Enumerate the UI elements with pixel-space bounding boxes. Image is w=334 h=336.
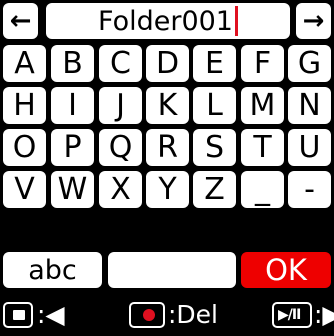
char-key-label: U — [298, 129, 321, 165]
stop-button-icon — [3, 302, 33, 328]
char-key-label: V — [14, 171, 35, 207]
char-key-label: G — [297, 45, 322, 81]
char-key-label: W — [57, 171, 88, 207]
char-key-label: _ — [255, 171, 270, 207]
text-cursor — [234, 6, 238, 36]
char-key[interactable]: Y — [146, 171, 189, 208]
char-key-label: R — [157, 129, 178, 165]
play-pause-icon: ▶/II — [278, 307, 301, 323]
char-key[interactable]: X — [99, 171, 142, 208]
char-key-label: X — [110, 171, 131, 207]
char-key[interactable]: F — [241, 45, 284, 82]
record-button-icon — [129, 302, 165, 328]
cursor-right-key[interactable]: → — [296, 3, 331, 39]
ok-button[interactable]: OK — [241, 252, 331, 288]
char-key[interactable]: L — [193, 87, 236, 124]
char-key-label: P — [63, 129, 82, 165]
char-key[interactable]: G — [288, 45, 331, 82]
char-key-label: M — [249, 87, 276, 123]
left-hint: :◀ — [37, 300, 65, 329]
char-key-label: Z — [204, 171, 225, 207]
char-key[interactable]: O — [3, 129, 46, 166]
right-arrow-icon: → — [302, 6, 325, 36]
char-key-label: E — [205, 45, 224, 81]
char-key[interactable]: T — [241, 129, 284, 166]
char-key[interactable]: C — [99, 45, 142, 82]
name-input[interactable]: Folder001 — [46, 3, 290, 39]
char-key[interactable]: P — [51, 129, 94, 166]
char-key[interactable]: - — [288, 171, 331, 208]
delete-hint: :Del — [168, 300, 218, 329]
char-key-label: T — [253, 129, 272, 165]
char-key-label: C — [110, 45, 131, 81]
char-key-label: F — [253, 45, 272, 81]
char-key[interactable]: R — [146, 129, 189, 166]
char-key[interactable]: E — [193, 45, 236, 82]
left-arrow-icon: ← — [9, 6, 32, 36]
char-key-label: J — [116, 87, 125, 123]
char-key[interactable]: B — [51, 45, 94, 82]
char-key[interactable]: K — [146, 87, 189, 124]
char-key[interactable]: H — [3, 87, 46, 124]
char-key[interactable]: S — [193, 129, 236, 166]
play-pause-button-icon: ▶/II — [272, 302, 312, 328]
char-key[interactable]: I — [51, 87, 94, 124]
char-key-label: H — [13, 87, 36, 123]
char-key-label: A — [14, 45, 35, 81]
cursor-left-key[interactable]: ← — [3, 3, 38, 39]
record-dot-icon — [143, 309, 155, 321]
name-value: Folder001 — [98, 5, 233, 37]
char-key[interactable]: N — [288, 87, 331, 124]
char-key[interactable]: Q — [99, 129, 142, 166]
square-icon — [13, 310, 25, 320]
abc-mode-key[interactable]: abc — [3, 252, 102, 288]
abc-label: abc — [28, 254, 77, 286]
button-hints-bar: :◀ :Del ▶/II :▶ — [0, 294, 334, 336]
char-key[interactable]: _ — [241, 171, 284, 208]
char-key[interactable]: J — [99, 87, 142, 124]
char-key[interactable]: U — [288, 129, 331, 166]
char-key[interactable]: M — [241, 87, 284, 124]
char-key-label: Y — [158, 171, 177, 207]
char-key[interactable]: A — [3, 45, 46, 82]
char-key[interactable]: D — [146, 45, 189, 82]
char-key-label: I — [68, 87, 77, 123]
name-edit-screen: ← Folder001 → ABCDEFG HI JKLMN OPQRSTU VWXYZ… — [0, 0, 334, 336]
char-key-label: S — [204, 129, 225, 165]
char-key-label: D — [155, 45, 180, 81]
space-key[interactable] — [108, 252, 236, 288]
ok-label: OK — [265, 252, 307, 287]
char-key[interactable]: Z — [193, 171, 236, 208]
char-key-label: N — [298, 87, 321, 123]
char-key-label: - — [304, 171, 315, 207]
right-hint: :▶ — [314, 300, 334, 329]
char-key-label: K — [157, 87, 178, 123]
char-key[interactable]: W — [51, 171, 94, 208]
char-key-label: L — [206, 87, 223, 123]
char-key-label: O — [12, 129, 37, 165]
char-key-label: Q — [108, 129, 133, 165]
char-key[interactable]: V — [3, 171, 46, 208]
char-key-label: B — [62, 45, 83, 81]
